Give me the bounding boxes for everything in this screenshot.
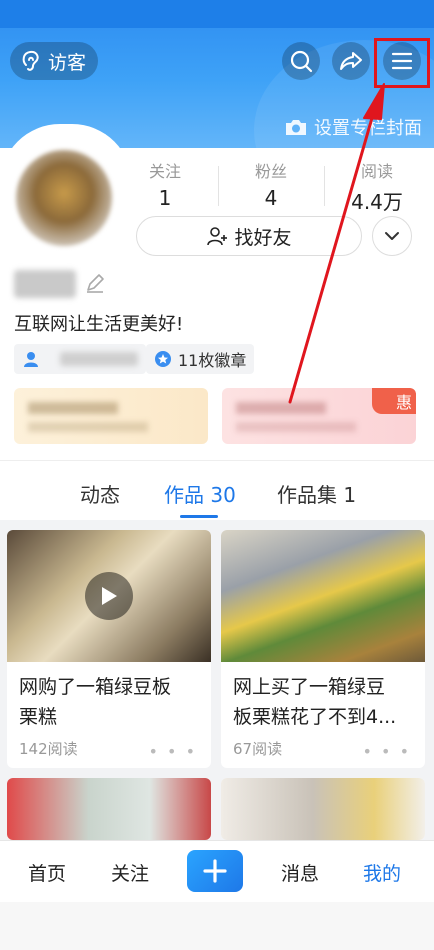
find-friends-label: 找好友 bbox=[234, 226, 292, 249]
feed-title: 网购了一箱绿豆板 栗糕 bbox=[19, 672, 201, 732]
feed-title-line: 栗糕 bbox=[19, 706, 58, 728]
visitor-label: 访客 bbox=[48, 51, 87, 74]
feed-read-count: 67阅读 bbox=[233, 740, 283, 758]
nav-me[interactable]: 我的 bbox=[363, 859, 401, 886]
feed-read-count: 142阅读 bbox=[19, 740, 78, 758]
feed-title: 网上买了一箱绿豆 板栗糕花了不到4... bbox=[233, 672, 415, 732]
visitor-button[interactable]: 访客 bbox=[10, 42, 98, 80]
bottom-navigation: 首页 关注 消息 我的 bbox=[0, 840, 434, 902]
feed-card[interactable]: 网上买了一箱绿豆 板栗糕花了不到4... 67阅读 • • • bbox=[221, 530, 425, 768]
active-tab-indicator bbox=[180, 515, 218, 518]
feed-title-line: 网上买了一箱绿豆 bbox=[233, 676, 386, 698]
feed-card[interactable] bbox=[7, 778, 211, 840]
share-button[interactable] bbox=[332, 42, 370, 80]
profile-tag[interactable] bbox=[14, 344, 146, 374]
avatar[interactable] bbox=[16, 150, 112, 246]
edit-icon[interactable] bbox=[84, 272, 106, 294]
camera-icon bbox=[286, 120, 306, 135]
set-cover-label: 设置专栏封面 bbox=[314, 118, 422, 139]
tab-works[interactable]: 作品 30 bbox=[164, 479, 236, 508]
tab-collections[interactable]: 作品集 1 bbox=[277, 479, 356, 508]
stat-value: 1 bbox=[158, 186, 172, 210]
profile-page: 访客 设置专栏封面 关注 1 粉丝 4 阅读 4.4万 找好友 互联网让生活更美… bbox=[0, 0, 434, 950]
plus-icon bbox=[203, 859, 227, 883]
system-gesture-area bbox=[0, 902, 434, 950]
promo-subtext-blurred bbox=[28, 422, 148, 432]
username-blurred bbox=[14, 270, 76, 298]
stat-following[interactable]: 关注 1 bbox=[112, 158, 218, 214]
feed-card[interactable]: 网购了一箱绿豆板 栗糕 142阅读 • • • bbox=[7, 530, 211, 768]
feed-thumbnail bbox=[221, 778, 425, 840]
find-friends-button[interactable]: 找好友 bbox=[136, 216, 362, 256]
nav-messages[interactable]: 消息 bbox=[281, 859, 319, 886]
stat-value: 4.4万 bbox=[351, 190, 403, 214]
more-options-icon[interactable]: • • • bbox=[363, 742, 411, 761]
badges-label: 11枚徽章 bbox=[178, 351, 247, 370]
stat-followers[interactable]: 粉丝 4 bbox=[218, 158, 324, 214]
content-tabs: 动态 作品 30 作品集 1 bbox=[0, 460, 434, 520]
ear-icon bbox=[22, 50, 39, 71]
profile-bio: 互联网让生活更美好! bbox=[14, 314, 184, 335]
menu-highlight-box bbox=[374, 38, 430, 88]
play-icon bbox=[102, 587, 117, 605]
nav-following[interactable]: 关注 bbox=[111, 859, 149, 886]
feed-title-line: 网购了一箱绿豆板 bbox=[19, 676, 172, 698]
create-button[interactable] bbox=[187, 850, 243, 892]
feed-thumbnail bbox=[7, 778, 211, 840]
feed-card[interactable] bbox=[221, 778, 425, 840]
promo-subtext-blurred bbox=[236, 422, 356, 432]
search-icon bbox=[290, 50, 313, 73]
chevron-down-icon bbox=[385, 232, 399, 240]
add-user-icon bbox=[207, 227, 228, 246]
status-bar bbox=[0, 0, 434, 28]
stat-value: 4 bbox=[264, 186, 278, 210]
promo-text-blurred bbox=[236, 402, 326, 414]
share-icon bbox=[340, 52, 362, 70]
stat-label: 阅读 bbox=[360, 162, 393, 181]
badges-tag[interactable]: 11枚徽章 bbox=[146, 344, 255, 374]
promo-badge: 惠 bbox=[372, 388, 416, 414]
expand-button[interactable] bbox=[372, 216, 412, 256]
tag-text-blurred bbox=[60, 352, 138, 366]
feed-title-line: 板栗糕花了不到4... bbox=[233, 706, 397, 728]
promo-card-right[interactable]: 惠 bbox=[222, 388, 416, 444]
profile-stats: 关注 1 粉丝 4 阅读 4.4万 bbox=[112, 158, 434, 214]
stat-label: 粉丝 bbox=[254, 162, 287, 181]
promo-card-left[interactable] bbox=[14, 388, 208, 444]
stat-reads[interactable]: 阅读 4.4万 bbox=[324, 158, 430, 214]
search-button[interactable] bbox=[282, 42, 320, 80]
stat-label: 关注 bbox=[148, 162, 181, 181]
play-button[interactable] bbox=[85, 572, 133, 620]
feed-thumbnail bbox=[221, 530, 425, 662]
tab-dynamics[interactable]: 动态 bbox=[80, 479, 120, 508]
more-options-icon[interactable]: • • • bbox=[149, 742, 197, 761]
nav-home[interactable]: 首页 bbox=[28, 859, 66, 886]
user-icon bbox=[24, 352, 38, 367]
promo-text-blurred bbox=[28, 402, 118, 414]
badge-icon bbox=[155, 351, 171, 367]
set-cover-link[interactable]: 设置专栏封面 bbox=[284, 114, 422, 140]
